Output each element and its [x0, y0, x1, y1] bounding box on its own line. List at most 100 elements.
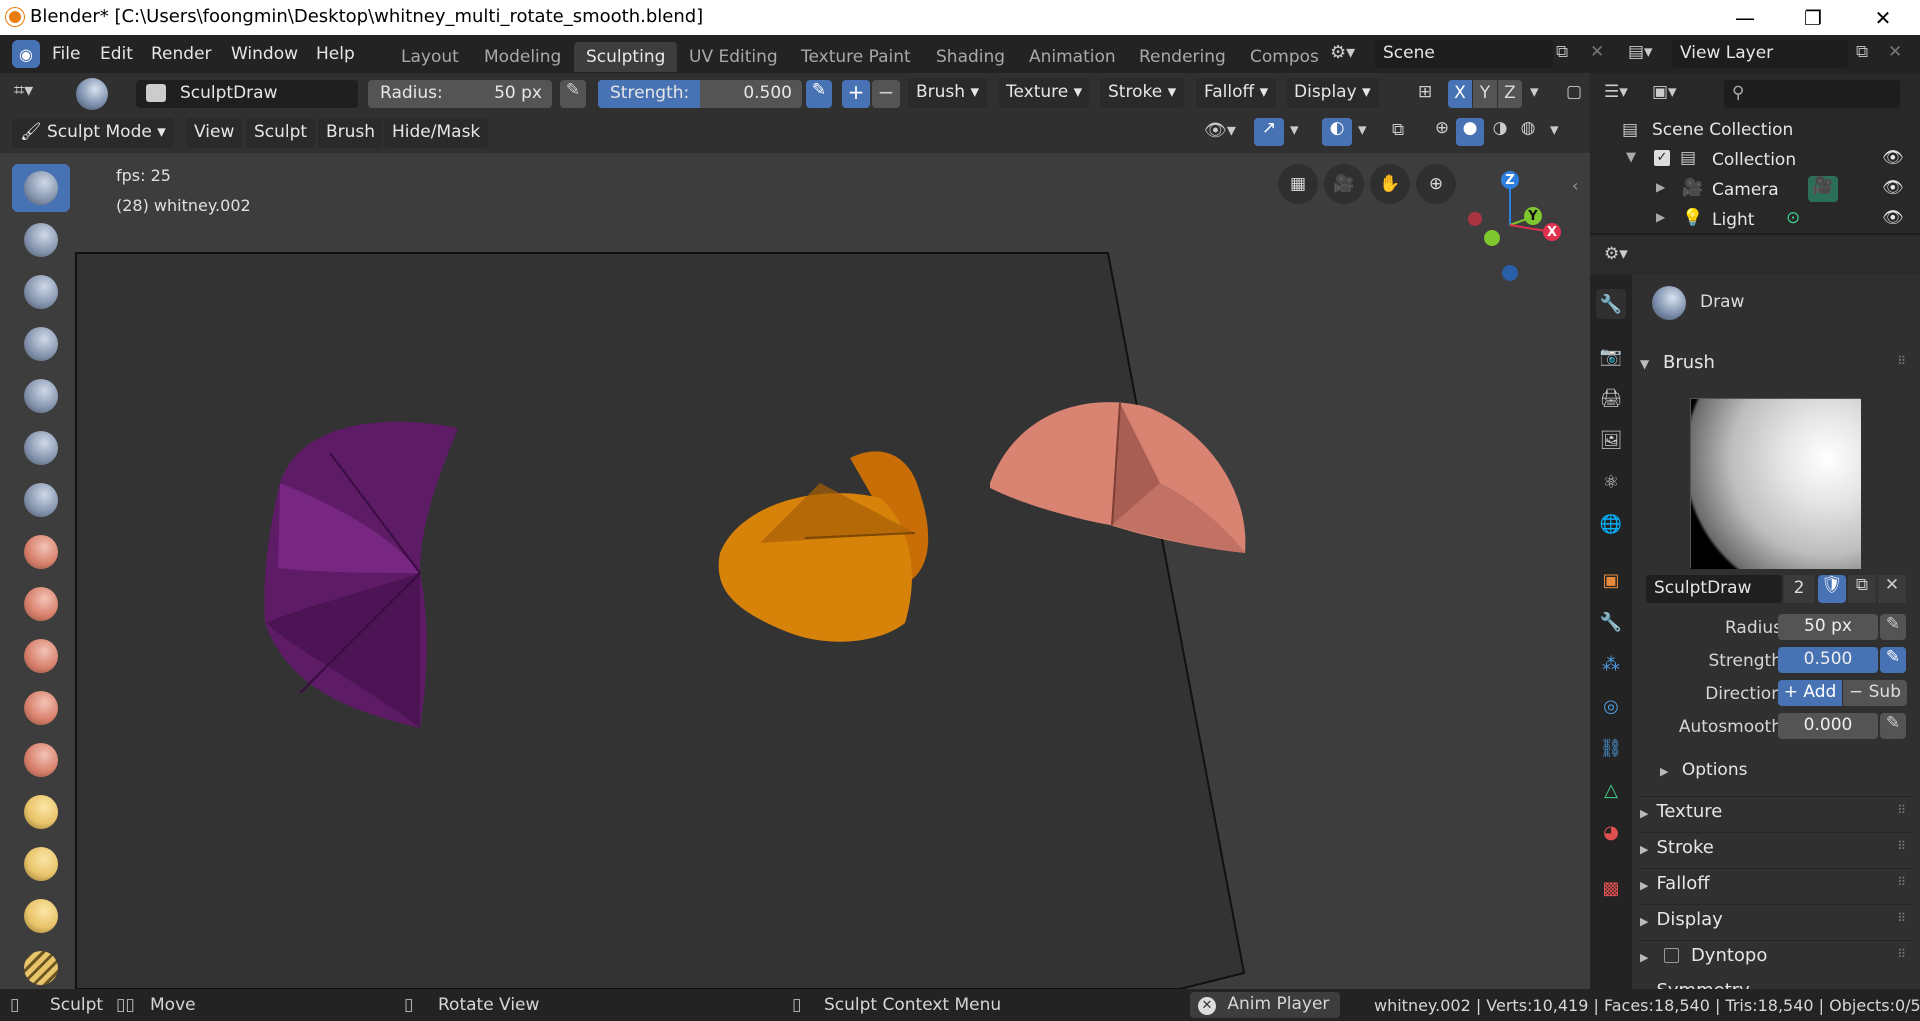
brush-datablock-field[interactable]: SculptDraw	[1646, 575, 1782, 603]
collection-visibility-icon[interactable]: 👁	[1882, 148, 1904, 168]
radius-prop-pressure-icon[interactable]: ✎	[1880, 614, 1906, 640]
symmetry-dropdown-icon[interactable]: ▾	[1530, 82, 1539, 102]
gizmo-x-axis[interactable]: X	[1543, 223, 1561, 241]
tool-flatten[interactable]	[12, 580, 70, 628]
view-layer-icon[interactable]: ▤▾	[1628, 42, 1653, 62]
tab-uv-editing[interactable]: UV Editing	[677, 42, 790, 72]
xray-icon[interactable]: ⧉	[1392, 120, 1404, 140]
strength-prop-field[interactable]: 0.500	[1778, 647, 1878, 673]
menu-view[interactable]: View	[186, 118, 243, 148]
shading-rendered-icon[interactable]: ◍	[1514, 118, 1542, 146]
unlink-brush-icon[interactable]: ✕	[1878, 575, 1906, 603]
tool-scrape[interactable]	[12, 684, 70, 732]
dyntopo-panel-header[interactable]: ▶ Dyntopo ⠿	[1640, 940, 1912, 974]
material-tab-icon[interactable]: ◕	[1596, 817, 1626, 847]
menu-render[interactable]: Render	[151, 44, 212, 64]
stroke-panel-header[interactable]: ▶ Stroke ⠿	[1640, 832, 1912, 866]
perspective-toggle-icon[interactable]: ▦	[1278, 164, 1318, 204]
tab-layout[interactable]: Layout	[389, 42, 471, 72]
brush-preview-thumbnail[interactable]	[1690, 398, 1861, 569]
shading-wireframe-icon[interactable]: ⊕	[1428, 118, 1456, 146]
camera-view-icon[interactable]: 🎥	[1324, 164, 1364, 204]
menu-brush[interactable]: Brush	[318, 118, 384, 148]
overlay-toggle-icon[interactable]: ◐	[1322, 118, 1352, 146]
strength-slider[interactable]: Strength: 0.500	[598, 80, 802, 108]
tool-fill[interactable]	[12, 632, 70, 680]
tool-thumb[interactable]	[12, 892, 70, 940]
new-view-layer-icon[interactable]: ⧉	[1856, 42, 1868, 62]
sidebar-toggle-icon[interactable]: ▢	[1566, 82, 1582, 102]
shading-material-icon[interactable]: ◑	[1486, 118, 1514, 146]
outliner-item-camera[interactable]: Camera	[1712, 180, 1779, 200]
menu-file[interactable]: File	[52, 44, 80, 64]
outliner-item-light[interactable]: Light	[1712, 210, 1754, 230]
tab-compositing[interactable]: Compos	[1238, 42, 1318, 72]
axis-y-toggle[interactable]: Y	[1473, 80, 1497, 108]
menu-hide-mask[interactable]: Hide/Mask	[384, 118, 489, 148]
texture-panel-header[interactable]: ▶ Texture ⠿	[1640, 796, 1912, 830]
tool-tab-icon[interactable]: 🔧	[1596, 289, 1626, 319]
duplicate-brush-icon[interactable]: ⧉	[1848, 575, 1876, 603]
restore-button[interactable]: ❐	[1784, 0, 1842, 35]
gizmo-dropdown-icon[interactable]: ▾	[1290, 120, 1299, 140]
object-tab-icon[interactable]: ▣	[1596, 565, 1626, 595]
options-subpanel[interactable]: ▶ Options	[1660, 760, 1920, 794]
fake-user-shield-icon[interactable]: 🛡	[1818, 575, 1846, 603]
axis-z-toggle[interactable]: Z	[1498, 80, 1522, 108]
tab-sculpting[interactable]: Sculpting	[574, 42, 678, 72]
tool-grab[interactable]	[12, 788, 70, 836]
modifier-tab-icon[interactable]: 🔧	[1596, 607, 1626, 637]
tool-blob[interactable]	[12, 424, 70, 472]
minimize-button[interactable]: —	[1716, 0, 1774, 35]
light-data-icon[interactable]: ⊙	[1786, 208, 1800, 228]
symmetry-panel-header[interactable]: ▶Symmetry	[1640, 976, 1912, 989]
close-button[interactable]: ✕	[1854, 0, 1912, 35]
tab-animation[interactable]: Animation	[1017, 42, 1128, 72]
menu-falloff-dropdown[interactable]: Falloff ▾	[1196, 78, 1277, 108]
direction-sub-button[interactable]: − Sub	[1843, 680, 1907, 706]
drag-handle-icon[interactable]: ⠿	[1897, 839, 1906, 853]
menu-stroke-dropdown[interactable]: Stroke ▾	[1100, 78, 1185, 108]
menu-edit[interactable]: Edit	[100, 44, 133, 64]
drag-handle-icon[interactable]: ⠿	[1897, 911, 1906, 925]
display-panel-header[interactable]: ▶ Display ⠿	[1640, 904, 1912, 938]
data-tab-icon[interactable]: △	[1596, 775, 1626, 805]
direction-add-button[interactable]: + Add	[1778, 680, 1842, 706]
gizmo-y-axis[interactable]: Y	[1524, 207, 1542, 225]
gizmo-neg-z[interactable]	[1502, 265, 1518, 281]
drag-handle-icon[interactable]: ⠿	[1897, 803, 1906, 817]
anim-player-job[interactable]: ✕ Anim Player	[1190, 992, 1340, 1018]
tool-smooth[interactable]	[12, 528, 70, 576]
tool-inflate[interactable]	[12, 372, 70, 420]
brush-name-field[interactable]: SculptDraw	[136, 80, 358, 108]
camera-visibility-icon[interactable]: 👁	[1882, 178, 1904, 198]
menu-help[interactable]: Help	[316, 44, 355, 64]
radius-prop-field[interactable]: 50 px	[1778, 614, 1878, 640]
gizmo-toggle-icon[interactable]: ↗	[1254, 118, 1284, 146]
drag-handle-icon[interactable]: ⠿	[1897, 947, 1906, 961]
tool-draw[interactable]	[12, 164, 70, 212]
tool-clay-strips[interactable]	[12, 268, 70, 316]
strength-prop-pressure-icon[interactable]: ✎	[1880, 647, 1906, 673]
scene-tab-icon[interactable]: ⚛	[1596, 467, 1626, 497]
outliner-display-icon[interactable]: ☰▾	[1604, 82, 1628, 102]
gizmo-z-axis[interactable]: Z	[1501, 171, 1519, 189]
menu-texture-dropdown[interactable]: Texture ▾	[998, 78, 1091, 108]
outliner-filter-icon[interactable]: ▣▾	[1652, 82, 1677, 102]
shading-dropdown-icon[interactable]: ▾	[1550, 120, 1559, 140]
collection-expand-icon[interactable]: ▼	[1626, 150, 1636, 165]
brush-panel-header[interactable]: ▼ Brush ⠿	[1640, 352, 1912, 386]
drag-handle-icon[interactable]: ⠿	[1897, 875, 1906, 889]
strength-pressure-icon[interactable]: ✎	[806, 80, 832, 108]
cancel-job-icon[interactable]: ✕	[1198, 997, 1216, 1015]
properties-editor-type-icon[interactable]: ⚙▾	[1604, 244, 1628, 264]
collection-checkbox[interactable]: ✓	[1654, 150, 1670, 166]
light-visibility-icon[interactable]: 👁	[1882, 208, 1904, 228]
direction-sub-icon[interactable]: −	[872, 80, 900, 108]
navigation-gizmo[interactable]: Z Y X	[1450, 165, 1570, 285]
tool-snake-hook[interactable]	[12, 840, 70, 888]
render-tab-icon[interactable]: 📷	[1596, 341, 1626, 371]
shading-solid-icon[interactable]: ●	[1456, 118, 1484, 146]
constraints-tab-icon[interactable]: ⛓	[1596, 733, 1626, 763]
menu-brush-dropdown[interactable]: Brush ▾	[908, 78, 987, 108]
